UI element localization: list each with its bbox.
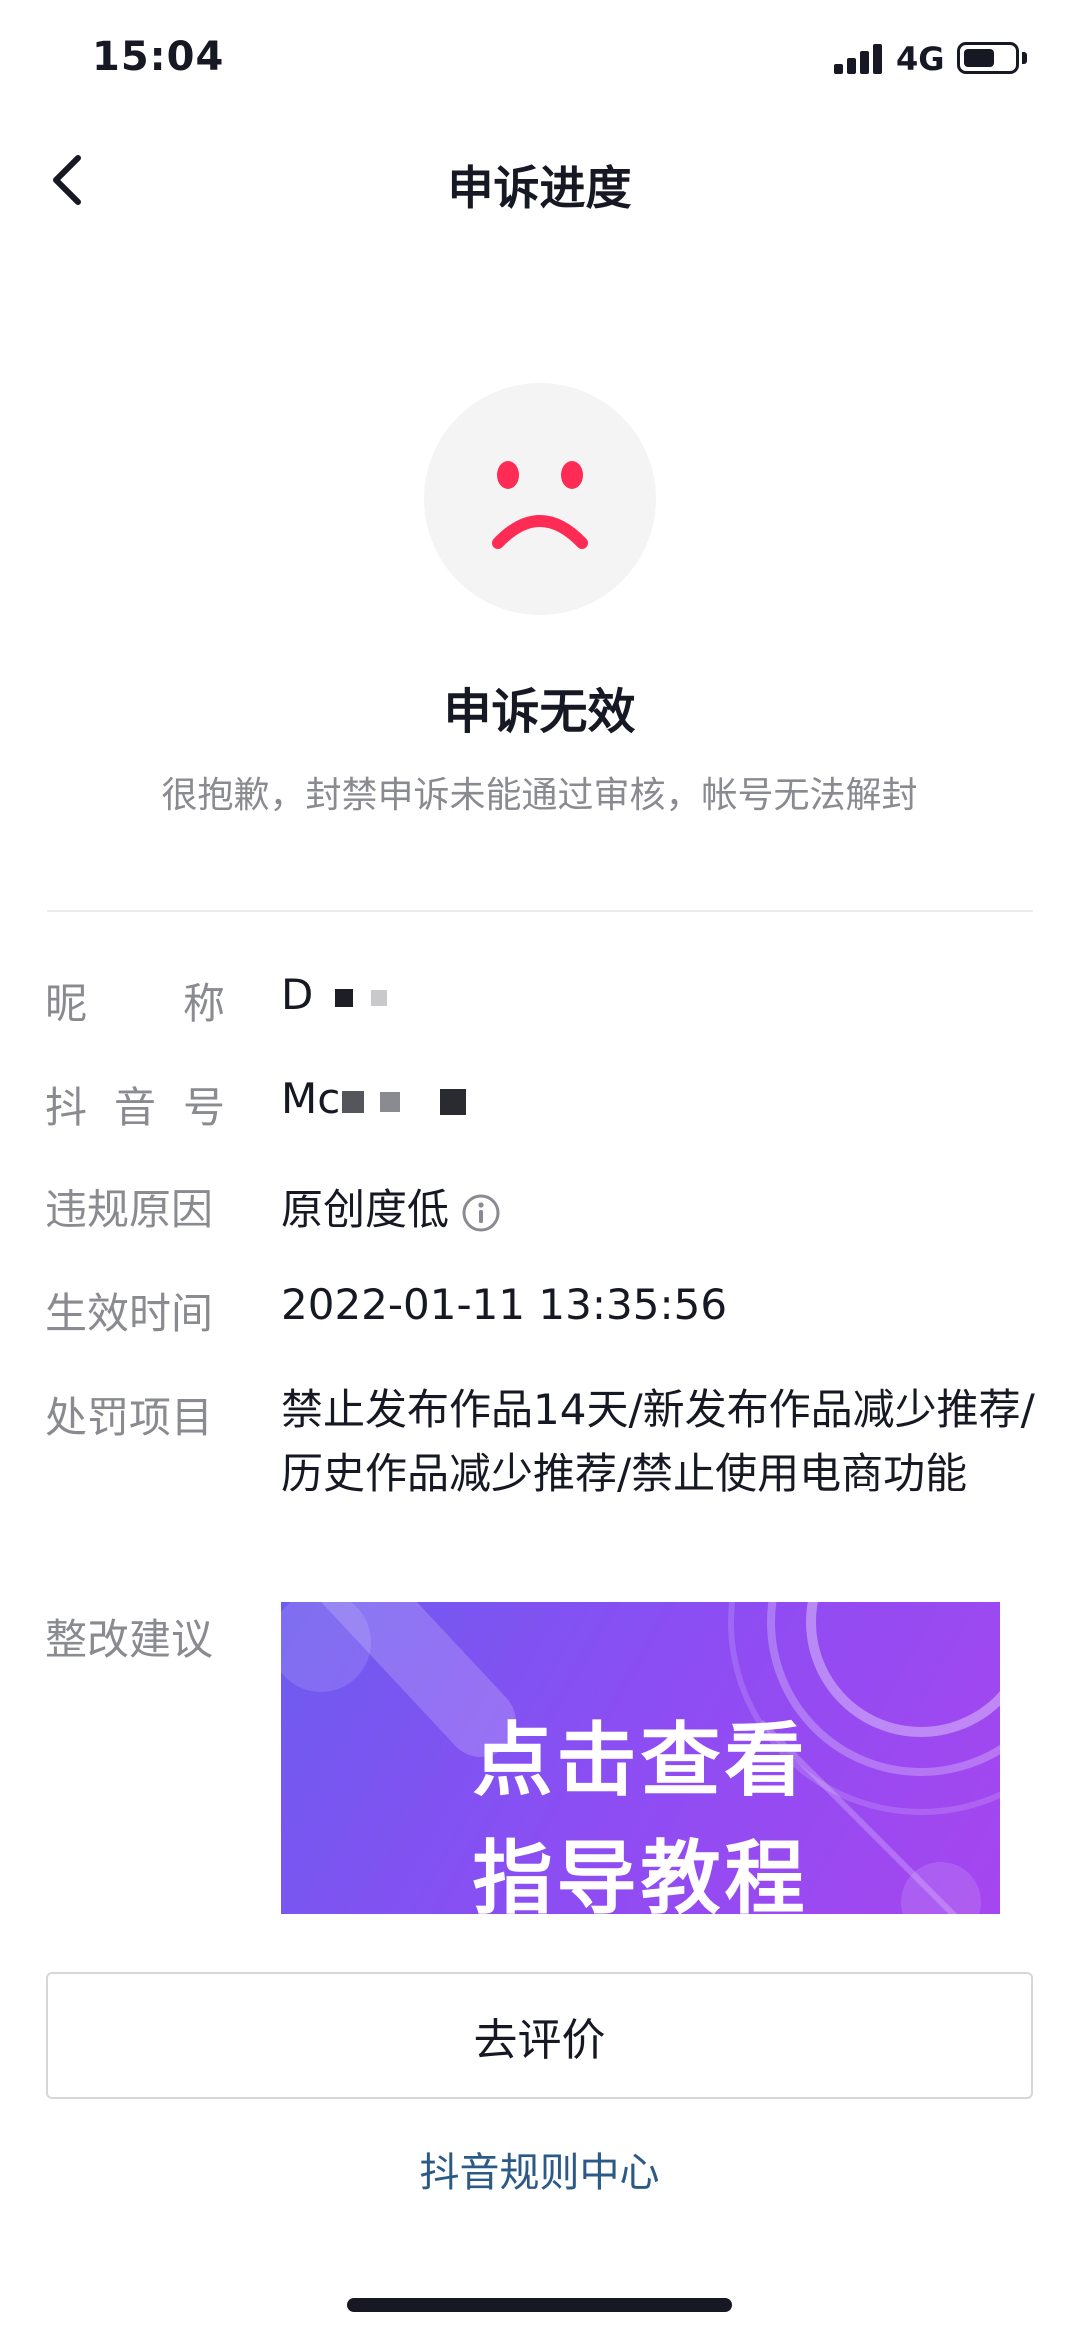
nickname-label: 昵 称 — [45, 979, 225, 1028]
effective-time-value: 2022-01-11 13:35:56 — [281, 1280, 728, 1329]
nickname-value: D — [281, 970, 388, 1019]
suggestion-label: 整改建议 — [45, 1615, 214, 1664]
signal-icon — [834, 44, 882, 74]
mosaic-mask — [371, 989, 388, 1006]
mosaic-mask — [440, 1088, 467, 1115]
banner-line2: 指导教程 — [472, 1832, 809, 1914]
violation-label: 违规原因 — [45, 1185, 214, 1234]
penalty-label: 处罚项目 — [45, 1393, 214, 1442]
appeal-progress-page: 15:04 4G 申诉进度 申诉无效 很抱歉，封禁申诉未能通过审核，帐号无法解封 — [0, 0, 1079, 2337]
rules-center-link[interactable]: 抖音规则中心 — [0, 2140, 1079, 2198]
status-time: 15:04 — [92, 34, 225, 80]
effective-time-label: 生效时间 — [45, 1289, 214, 1338]
mosaic-mask — [335, 988, 354, 1007]
rate-button[interactable]: 去评价 — [46, 1972, 1033, 2099]
page-title: 申诉进度 — [447, 161, 632, 215]
mosaic-mask — [380, 1091, 401, 1112]
battery-cap — [1022, 52, 1027, 64]
violation-value: 原创度低 — [281, 1176, 501, 1237]
douyin-id-value: Mc — [281, 1074, 467, 1123]
info-icon[interactable] — [461, 1193, 501, 1233]
douyin-id-label: 抖 音 号 — [45, 1083, 225, 1132]
home-indicator[interactable] — [347, 2298, 732, 2312]
nav-bar: 申诉进度 — [0, 120, 1079, 240]
sad-face-icon — [424, 383, 656, 615]
battery-icon — [957, 42, 1019, 74]
tutorial-banner[interactable]: 点击查看 指导教程 — [281, 1602, 1000, 1914]
status-bar: 15:04 4G — [0, 0, 1079, 120]
result-title: 申诉无效 — [443, 684, 636, 740]
banner-line1: 点击查看 — [472, 1714, 809, 1807]
result-description: 很抱歉，封禁申诉未能通过审核，帐号无法解封 — [161, 775, 918, 816]
divider — [47, 910, 1033, 912]
mosaic-mask — [342, 1090, 365, 1113]
penalty-value: 禁止发布作品14天/新发布作品减少推荐/历史作品减少推荐/禁止使用电商功能 — [281, 1385, 1035, 1498]
network-type: 4G — [896, 40, 945, 78]
